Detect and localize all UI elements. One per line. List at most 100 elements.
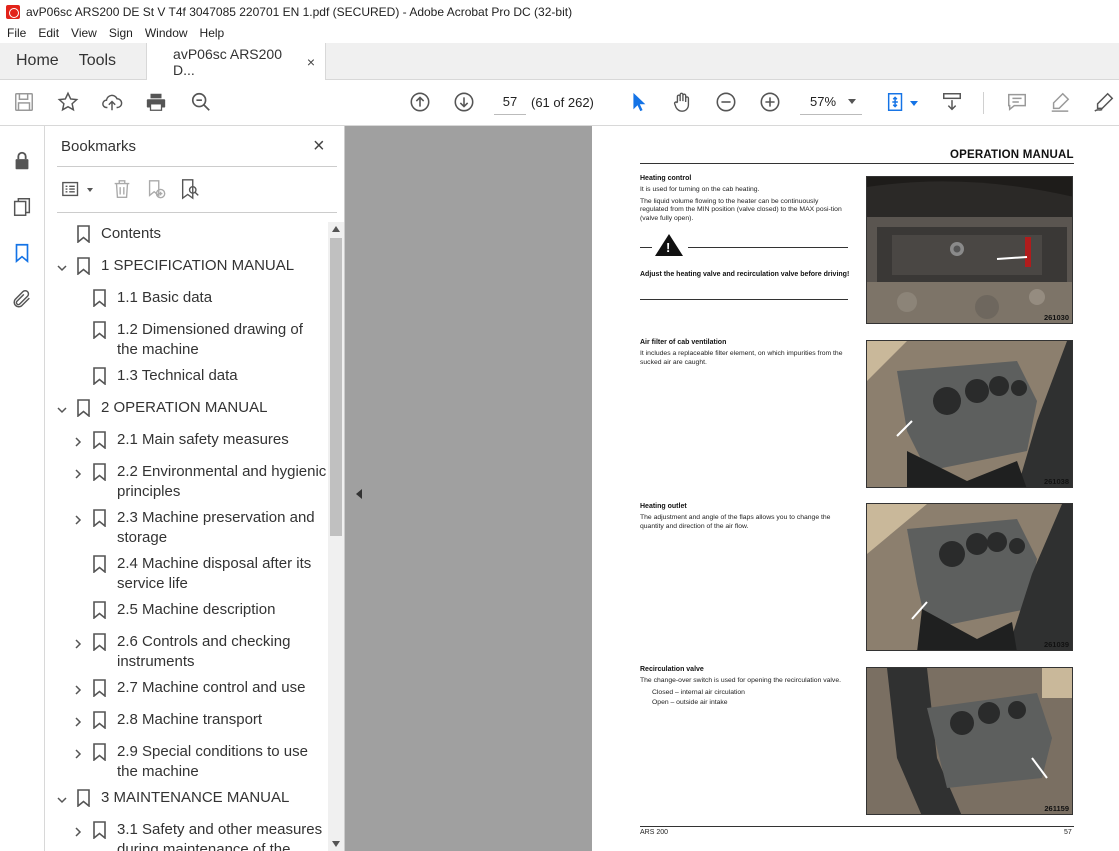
attachment-icon[interactable] [11,288,33,310]
bookmark-item[interactable]: 2.8 Machine transport [45,710,328,732]
paragraph: The change-over switch is used for openi… [640,677,841,684]
scrollbar-thumb[interactable] [330,238,342,536]
chevron-right-icon[interactable] [72,434,84,447]
bookmark-label: 2.9 Special conditions to use [117,743,308,760]
bookmark-item[interactable]: 2.2 Environmental and hygienic principles [45,462,328,500]
bookmark-item[interactable]: 1.2 Dimensioned drawing of the machine [45,320,328,358]
tab-document[interactable]: avP06sc ARS200 D... × [146,43,327,80]
chevron-right-icon[interactable] [72,714,84,727]
prev-page-icon[interactable] [408,90,432,114]
menu-edit[interactable]: Edit [32,26,65,40]
bookmarks-panel: Bookmarks × Contents 1 SPECIFICATION MANU… [45,126,345,851]
section-text: The change-over switch is used for openi… [640,677,848,710]
menu-file[interactable]: File [0,26,32,40]
bookmark-item[interactable]: 1.3 Technical data [45,366,328,388]
zoom-level-select[interactable]: 57% [800,89,862,115]
bookmark-item[interactable]: 3 MAINTENANCE MANUAL [45,788,328,810]
photo-heating-control: 261030 [866,176,1073,324]
bookmark-item[interactable]: Contents [45,224,328,246]
fit-page-dropdown-icon[interactable] [910,101,918,106]
bookmark-label: 2.8 Machine transport [117,711,263,728]
chevron-right-icon[interactable] [72,636,84,649]
bookmark-label: 2.4 Machine disposal after its [117,555,312,572]
menu-view[interactable]: View [65,26,103,40]
bookmark-item[interactable]: 2.3 Machine preservation and storage [45,508,328,546]
sign-icon[interactable] [1092,90,1116,114]
print-icon[interactable] [144,90,168,114]
bookmark-item[interactable]: 2 OPERATION MANUAL [45,398,328,420]
bookmark-panel-icon[interactable] [11,242,33,264]
chevron-right-icon[interactable] [72,512,84,525]
menu-sign[interactable]: Sign [103,26,139,40]
highlight-icon[interactable] [1048,90,1072,114]
save-icon[interactable] [12,90,36,114]
bookmark-item[interactable]: 2.1 Main safety measures [45,430,328,452]
chevron-down-icon[interactable] [56,792,68,804]
bookmark-item[interactable]: 3.1 Safety and other measures during main… [45,820,328,851]
bookmark-icon [77,399,90,418]
bookmark-label-continued: instruments [117,653,195,670]
document-viewport[interactable]: OPERATION MANUAL Heating control It is u… [345,126,1119,851]
bookmark-item[interactable]: 1 SPECIFICATION MANUAL [45,256,328,278]
pages-icon[interactable] [11,196,33,218]
close-icon[interactable]: × [313,136,325,156]
next-page-icon[interactable] [452,90,476,114]
paragraph: It is used for turning on the cab heatin… [640,186,760,193]
bookmark-icon [77,225,90,244]
hand-icon[interactable] [670,90,694,114]
bookmark-label-continued: during maintenance of the [117,841,291,851]
star-icon[interactable] [56,90,80,114]
paragraph: The liquid volume flowing to the heater … [640,197,842,222]
bookmark-item[interactable]: 1.1 Basic data [45,288,328,310]
tab-home[interactable]: Home [0,43,75,79]
warning-rule [688,247,848,248]
page-number-input[interactable]: 57 [494,89,526,115]
options-menu-icon[interactable] [61,178,85,202]
bookmark-label-continued: storage [117,529,168,546]
menu-window[interactable]: Window [139,26,194,40]
bookmark-label: 2.3 Machine preservation and [117,509,315,526]
chevron-right-icon[interactable] [72,466,84,479]
scroll-up-icon[interactable] [332,226,340,232]
upload-icon[interactable] [100,90,124,114]
list-item: Open – outside air intake [652,699,728,707]
bookmark-item[interactable]: 2.5 Machine description [45,600,328,622]
chevron-right-icon[interactable] [72,682,84,695]
bookmark-item[interactable]: 2.7 Machine control and use [45,678,328,700]
chevron-down-icon[interactable] [56,402,68,414]
page-count-label: (61 of 262) [531,95,594,110]
tab-tools[interactable]: Tools [75,43,132,79]
paragraph: It includes a replaceable filter element… [640,350,843,366]
new-bookmark-icon[interactable] [145,178,169,202]
acrobat-logo-icon [6,4,20,19]
bookmark-icon [93,509,106,528]
chevron-right-icon[interactable] [72,824,84,837]
collapse-panel-icon[interactable] [356,489,362,499]
bookmarks-title: Bookmarks [61,138,137,155]
scroll-mode-icon[interactable] [940,90,964,114]
comment-icon[interactable] [1005,90,1029,114]
zoom-in-icon[interactable] [758,90,782,114]
bookmark-scrollbar[interactable] [328,222,344,851]
bookmark-label: 1.3 Technical data [117,367,238,384]
bookmark-icon [93,743,106,762]
fit-page-icon[interactable] [884,90,908,114]
bookmark-label: 2.7 Machine control and use [117,679,306,696]
scroll-down-icon[interactable] [332,841,340,847]
bookmark-item[interactable]: 2.6 Controls and checking instruments [45,632,328,670]
search-zoom-icon[interactable] [189,90,213,114]
select-pointer-icon[interactable] [626,90,650,114]
section-title: Heating outlet [640,503,687,510]
chevron-down-icon[interactable] [56,260,68,272]
tab-close-icon[interactable]: × [307,54,315,70]
find-bookmark-icon[interactable] [179,178,203,202]
options-dropdown-icon[interactable] [87,188,93,192]
bookmark-item[interactable]: 2.4 Machine disposal after its service li… [45,554,328,592]
zoom-out-icon[interactable] [714,90,738,114]
bookmark-item[interactable]: 2.9 Special conditions to use the machine [45,742,328,780]
menu-help[interactable]: Help [194,26,231,40]
bookmark-label: 2.2 Environmental and hygienic [117,463,327,480]
delete-icon[interactable] [111,178,135,202]
lock-icon[interactable] [11,150,33,172]
chevron-right-icon[interactable] [72,746,84,759]
